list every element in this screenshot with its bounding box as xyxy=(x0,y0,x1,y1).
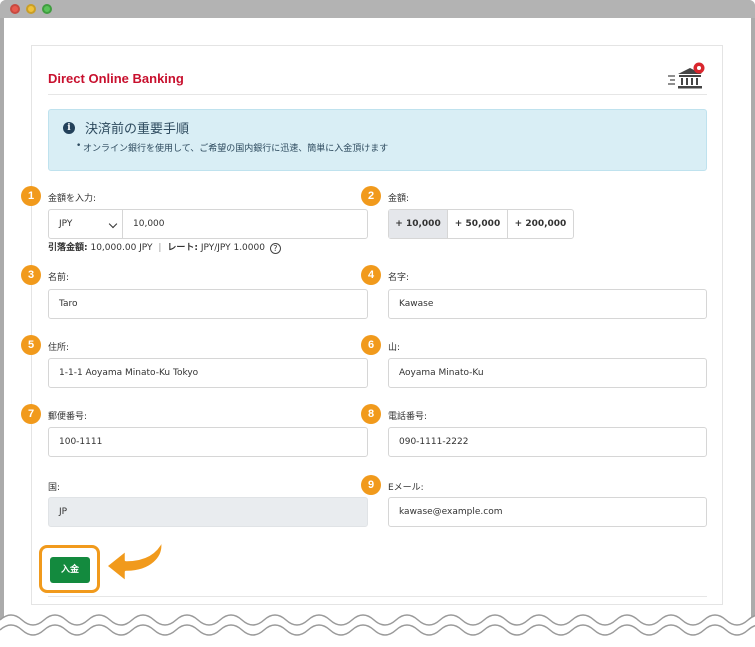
bank-icon xyxy=(668,62,705,89)
amount-summary: 引落金額: 10,000.00 JPY | レート: JPY/JPY 1.000… xyxy=(48,240,281,254)
country-input: JP xyxy=(48,497,368,527)
quick-amount-50000-button[interactable]: + 50,000 xyxy=(448,210,508,238)
currency-value: JPY xyxy=(59,219,73,229)
step-badge-8: 8 xyxy=(361,404,381,424)
zip-label: 郵便番号: xyxy=(48,412,88,422)
last-name-label: 名前: xyxy=(48,273,70,283)
step-badge-9: 9 xyxy=(361,475,381,495)
phone-label: 電話番号: xyxy=(388,412,428,422)
address-input[interactable]: 1-1-1 Aoyama Minato-Ku Tokyo xyxy=(48,358,368,388)
maximize-window-icon[interactable] xyxy=(42,4,52,14)
quick-amount-200000-button[interactable]: + 200,000 xyxy=(508,210,573,238)
summary-separator: | xyxy=(158,243,162,253)
quick-amount-label: 金額: xyxy=(388,194,410,204)
state-input[interactable]: Aoyama Minato-Ku xyxy=(388,358,707,388)
step-badge-7: 7 xyxy=(21,404,41,424)
address-label: 住所: xyxy=(48,343,70,353)
window-titlebar xyxy=(0,0,755,18)
pointer-arrow-icon xyxy=(104,538,164,584)
step-badge-6: 6 xyxy=(361,335,381,355)
submit-highlight: 入金 xyxy=(39,545,100,593)
rate-label: レート: xyxy=(167,243,198,253)
state-label: 山: xyxy=(388,343,401,353)
torn-edge xyxy=(0,614,755,647)
info-icon: i xyxy=(63,122,75,134)
info-notice: i 決済前の重要手順 オンライン銀行を使用して、ご希望の国内銀行に迅速、簡単に入… xyxy=(48,109,707,171)
quick-amount-group: + 10,000 + 50,000 + 200,000 xyxy=(388,209,574,239)
chevron-down-icon xyxy=(108,219,118,229)
phone-input[interactable]: 090-1111-2222 xyxy=(388,427,707,457)
amount-input[interactable]: 10,000 xyxy=(122,209,368,239)
step-badge-1: 1 xyxy=(21,186,41,206)
step-badge-4: 4 xyxy=(361,265,381,285)
step-badge-3: 3 xyxy=(21,265,41,285)
deposit-button[interactable]: 入金 xyxy=(50,557,90,583)
page-title: Direct Online Banking xyxy=(48,71,184,86)
zip-input[interactable]: 100-1111 xyxy=(48,427,368,457)
email-label: Eメール: xyxy=(388,483,424,493)
help-icon[interactable]: ? xyxy=(269,243,281,254)
email-input[interactable]: kawase@example.com xyxy=(388,497,707,527)
amount-label: 金額を入力: xyxy=(48,194,97,204)
bottom-divider xyxy=(48,596,707,597)
country-label: 国: xyxy=(48,483,61,493)
last-name-input[interactable]: Taro xyxy=(48,289,368,319)
currency-select[interactable]: JPY xyxy=(48,209,123,239)
debit-value: 10,000.00 JPY xyxy=(90,243,153,253)
title-divider xyxy=(48,94,707,95)
notice-item: オンライン銀行を使用して、ご希望の国内銀行に迅速、簡単に入金頂けます xyxy=(76,141,388,154)
close-window-icon[interactable] xyxy=(10,4,20,14)
rate-value: JPY/JPY 1.0000 xyxy=(200,243,265,253)
debit-label: 引落金額: xyxy=(48,243,88,253)
minimize-window-icon[interactable] xyxy=(26,4,36,14)
step-badge-5: 5 xyxy=(21,335,41,355)
notice-title: 決済前の重要手順 xyxy=(85,122,190,137)
first-name-label: 名字: xyxy=(388,273,410,283)
step-badge-2: 2 xyxy=(361,186,381,206)
first-name-input[interactable]: Kawase xyxy=(388,289,707,319)
quick-amount-10000-button[interactable]: + 10,000 xyxy=(389,210,448,238)
